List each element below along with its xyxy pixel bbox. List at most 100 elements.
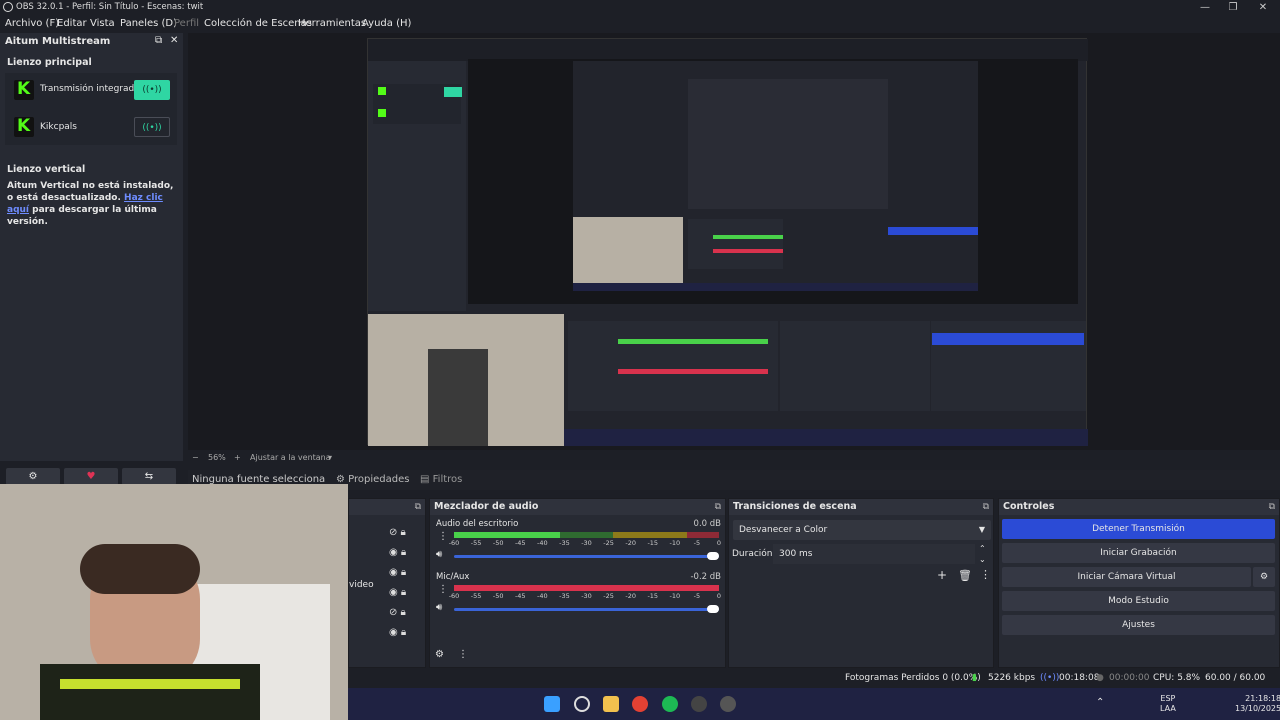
speaker-icon[interactable]: 🔊︎ <box>436 602 442 613</box>
transitions-title: Transiciones de escena ⧉ <box>729 499 993 515</box>
cpu-usage: CPU: 5.8% <box>1153 673 1201 683</box>
volume-slider[interactable] <box>454 605 719 613</box>
duration-stepper[interactable]: ⌃ ⌄ <box>979 543 986 565</box>
obs-taskbar-icon[interactable] <box>691 696 707 712</box>
heart-icon[interactable]: ♥ <box>64 468 118 485</box>
menu-help[interactable]: Ayuda (H) <box>362 15 411 33</box>
zoom-in-button[interactable]: + <box>234 452 241 464</box>
properties-label: Propiedades <box>348 474 410 485</box>
meter-tick-label: -30 <box>581 539 592 547</box>
obs-taskbar-icon-2[interactable] <box>720 696 736 712</box>
meter-tick-label: 0 <box>716 539 722 547</box>
controls-title: Controles ⧉ <box>999 499 1279 515</box>
meter-tick-label: -55 <box>470 592 482 600</box>
transitions-float-icon[interactable]: ⧉ <box>983 499 989 515</box>
obs-logo-icon <box>3 2 13 12</box>
volume-slider[interactable] <box>454 552 719 560</box>
minimize-button[interactable]: — <box>1190 0 1220 15</box>
meter-tick-label: -60 <box>448 539 460 547</box>
eye-icon[interactable]: ◉ 🔒︎ <box>389 583 406 603</box>
chevron-down-icon: ▼ <box>978 525 985 534</box>
transition-select[interactable]: Desvanecer a Color ▼ <box>733 520 991 540</box>
meter-tick-label: -55 <box>470 539 482 547</box>
filters-button[interactable]: ▤ Filtros <box>420 470 462 490</box>
source-name-partial: video <box>349 580 374 590</box>
virtual-camera-gear-icon[interactable]: ⚙ <box>1253 567 1275 587</box>
spotify-icon[interactable] <box>662 696 678 712</box>
output-stream-toggle[interactable]: ((•)) <box>134 80 170 100</box>
meter-tick-label: -45 <box>514 592 526 600</box>
output-name: Transmisión integrada <box>40 84 140 94</box>
zoom-bar: − 56% + Ajustar a la ventana ▾ <box>188 452 688 464</box>
meter-tick-label: -25 <box>603 592 614 600</box>
meter-tick-label: -25 <box>603 539 614 547</box>
hidden-eye-icon[interactable]: ⊘ 🔒︎ <box>389 603 406 623</box>
menu-file[interactable]: Archivo (F) <box>5 15 59 33</box>
menu-profile[interactable]: Perfil <box>174 15 199 33</box>
source-toolbar: Ninguna fuente selecciona ⚙ Propiedades … <box>188 470 1280 490</box>
settings-button[interactable]: Ajustes <box>1002 615 1275 635</box>
meter-tick-label: -30 <box>581 592 592 600</box>
float-icon[interactable]: ⧉ <box>155 35 162 46</box>
search-icon[interactable] <box>574 696 590 712</box>
duration-input[interactable]: 300 ms <box>773 544 975 564</box>
signal-bars-icon: ▮ <box>972 673 977 683</box>
chevron-up-icon[interactable]: ⌃ <box>1096 697 1104 708</box>
controls-float-icon[interactable]: ⧉ <box>1269 499 1275 515</box>
mixer-float-icon[interactable]: ⧉ <box>715 499 721 515</box>
windows-start-icon[interactable] <box>544 696 560 712</box>
menu-tools[interactable]: Herramientas <box>298 15 366 33</box>
share-icon[interactable]: ⇆ <box>122 468 176 485</box>
file-explorer-icon[interactable] <box>603 696 619 712</box>
meter-tick-label: -50 <box>492 539 504 547</box>
chrome-icon[interactable] <box>632 696 648 712</box>
close-button[interactable]: ✕ <box>1248 0 1278 15</box>
maximize-button[interactable]: ❐ <box>1218 0 1248 15</box>
transition-menu-icon[interactable]: ⋮ <box>980 568 991 581</box>
channel-menu-icon[interactable]: ⋮ <box>438 584 448 595</box>
window-title: OBS 32.0.1 - Perfil: Sin Título - Escena… <box>16 2 204 12</box>
fit-window-button[interactable]: Ajustar a la ventana <box>250 452 331 464</box>
studio-mode-button[interactable]: Modo Estudio <box>1002 591 1275 611</box>
channel-name: Audio del escritorio <box>436 519 519 529</box>
menu-edit[interactable]: Editar <box>57 15 87 33</box>
dropped-frames: Fotogramas Perdidos 0 (0.0%) <box>845 673 981 683</box>
zoom-dropdown-arrow[interactable]: ▾ <box>328 452 332 464</box>
clock-time: 21:18:18 <box>1245 694 1280 703</box>
zoom-out-button[interactable]: − <box>192 452 199 464</box>
stream-time: 00:18:08 <box>1059 673 1100 683</box>
eye-icon[interactable]: ◉ 🔒︎ <box>389 623 406 643</box>
slider-handle[interactable] <box>707 605 719 613</box>
hidden-eye-icon[interactable]: ⊘ 🔒︎ <box>389 523 406 543</box>
trash-icon[interactable]: 🗑︎ <box>958 569 972 582</box>
menu-docks[interactable]: Paneles (D) <box>120 15 177 33</box>
slider-handle[interactable] <box>707 552 719 560</box>
output-stream-toggle[interactable]: ((•)) <box>134 117 170 137</box>
menu-view[interactable]: Vista <box>90 15 115 33</box>
dock-close-icon[interactable]: ✕ <box>170 35 178 46</box>
start-virtual-camera-button[interactable]: Iniciar Cámara Virtual <box>1002 567 1251 587</box>
add-transition-icon[interactable]: + <box>937 568 947 582</box>
volume-meter <box>454 585 719 591</box>
record-time: 00:00:00 <box>1109 673 1150 683</box>
advanced-audio-gear-icon[interactable]: ⚙ <box>435 649 444 660</box>
channel-menu-icon[interactable]: ⋮ <box>438 531 448 542</box>
mixer-menu-icon[interactable]: ⋮ <box>458 649 468 660</box>
eye-icon[interactable]: ◉ 🔒︎ <box>389 563 406 583</box>
menu-scene-collection[interactable]: Colección de Escenas <box>204 15 312 33</box>
taskbar-clock[interactable]: 21:18:18 13/10/2025 <box>1235 694 1280 714</box>
language-indicator[interactable]: ESP LAA <box>1160 694 1176 714</box>
settings-gear-icon[interactable]: ⚙ <box>6 468 60 485</box>
mixer-title-text: Mezclador de audio <box>434 501 539 512</box>
sources-title: ⧉ <box>349 499 425 515</box>
speaker-icon[interactable]: 🔊︎ <box>436 549 442 560</box>
eye-icon[interactable]: ◉ 🔒︎ <box>389 543 406 563</box>
zoom-value: 56% <box>208 453 226 462</box>
meter-tick-label: -40 <box>537 539 548 547</box>
controls-title-text: Controles <box>1003 501 1055 512</box>
meter-tick-label: -5 <box>693 539 701 547</box>
meter-tick-label: -60 <box>448 592 460 600</box>
start-recording-button[interactable]: Iniciar Grabación <box>1002 543 1275 563</box>
stop-streaming-button[interactable]: Detener Transmisión <box>1002 519 1275 539</box>
transition-selected: Desvanecer a Color <box>739 525 828 535</box>
